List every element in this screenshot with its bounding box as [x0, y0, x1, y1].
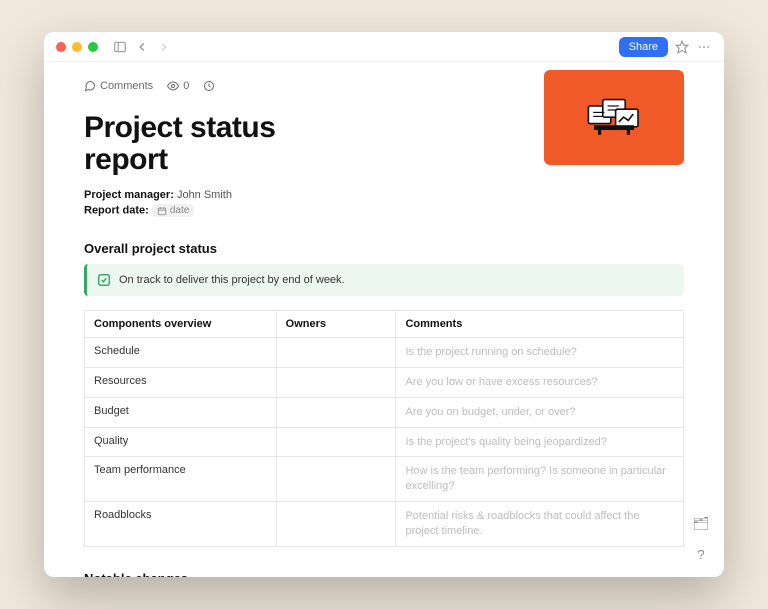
component-name-cell[interactable]: Quality — [85, 427, 277, 457]
table-header-row: Components overview Owners Comments — [85, 311, 684, 338]
notable-section-title[interactable]: Notable changes — [84, 571, 684, 577]
project-manager-line[interactable]: Project manager: John Smith — [84, 189, 684, 201]
date-value: date — [170, 205, 189, 216]
page-title[interactable]: Project status report — [84, 112, 344, 175]
component-name-cell[interactable]: Team performance — [85, 457, 277, 502]
pm-value: John Smith — [177, 189, 232, 201]
component-comment-cell[interactable]: Potential risks & roadblocks that could … — [396, 502, 684, 547]
th-components: Components overview — [85, 311, 277, 338]
comments-button[interactable]: Comments — [84, 80, 153, 92]
check-square-icon — [97, 273, 111, 287]
favorite-icon[interactable] — [674, 39, 690, 55]
cover-illustration-icon — [574, 88, 654, 148]
component-name-cell[interactable]: Roadblocks — [85, 502, 277, 547]
component-owner-cell[interactable] — [276, 502, 396, 547]
titlebar: Share — [44, 32, 724, 62]
floating-actions: 🗂 ? — [690, 513, 712, 565]
app-window: Share Comments 0 — [44, 32, 724, 577]
status-section-title[interactable]: Overall project status — [84, 241, 684, 256]
table-row[interactable]: Resources Are you low or have excess reso… — [85, 367, 684, 397]
more-options-icon[interactable] — [696, 39, 712, 55]
views-indicator[interactable]: 0 — [167, 80, 189, 92]
help-button[interactable]: ? — [690, 543, 712, 565]
table-row[interactable]: Team performance How is the team performi… — [85, 457, 684, 502]
component-name-cell[interactable]: Resources — [85, 367, 277, 397]
status-callout[interactable]: On track to deliver this project by end … — [84, 264, 684, 296]
th-owners: Owners — [276, 311, 396, 338]
date-label: Report date: — [84, 204, 149, 216]
component-comment-cell[interactable]: Is the project's quality being jeopardiz… — [396, 427, 684, 457]
nav-back-button[interactable] — [134, 39, 150, 55]
component-owner-cell[interactable] — [276, 367, 396, 397]
views-count: 0 — [183, 80, 189, 92]
status-callout-text: On track to deliver this project by end … — [119, 274, 345, 286]
table-row[interactable]: Schedule Is the project running on schedu… — [85, 338, 684, 368]
quick-actions-button[interactable]: 🗂 — [690, 513, 712, 535]
document-body[interactable]: Comments 0 — [44, 62, 724, 577]
calendar-icon — [157, 206, 167, 216]
component-owner-cell[interactable] — [276, 457, 396, 502]
date-chip[interactable]: date — [152, 204, 194, 217]
component-comment-cell[interactable]: Is the project running on schedule? — [396, 338, 684, 368]
cover-image[interactable] — [544, 70, 684, 165]
history-icon[interactable] — [203, 80, 215, 92]
nav-forward-button[interactable] — [156, 39, 172, 55]
component-name-cell[interactable]: Schedule — [85, 338, 277, 368]
component-comment-cell[interactable]: How is the team performing? Is someone i… — [396, 457, 684, 502]
comments-label: Comments — [100, 80, 153, 92]
pm-label: Project manager: — [84, 189, 174, 201]
component-owner-cell[interactable] — [276, 427, 396, 457]
component-comment-cell[interactable]: Are you low or have excess resources? — [396, 367, 684, 397]
component-owner-cell[interactable] — [276, 338, 396, 368]
th-comments: Comments — [396, 311, 684, 338]
report-date-line[interactable]: Report date: date — [84, 204, 684, 217]
maximize-window-button[interactable] — [88, 42, 98, 52]
component-name-cell[interactable]: Budget — [85, 397, 277, 427]
share-button[interactable]: Share — [619, 37, 668, 57]
component-owner-cell[interactable] — [276, 397, 396, 427]
table-row[interactable]: Budget Are you on budget, under, or over? — [85, 397, 684, 427]
component-comment-cell[interactable]: Are you on budget, under, or over? — [396, 397, 684, 427]
minimize-window-button[interactable] — [72, 42, 82, 52]
components-table[interactable]: Components overview Owners Comments Sche… — [84, 310, 684, 547]
window-controls — [56, 42, 98, 52]
table-row[interactable]: Quality Is the project's quality being je… — [85, 427, 684, 457]
close-window-button[interactable] — [56, 42, 66, 52]
sidebar-toggle-icon[interactable] — [112, 39, 128, 55]
table-row[interactable]: Roadblocks Potential risks & roadblocks t… — [85, 502, 684, 547]
